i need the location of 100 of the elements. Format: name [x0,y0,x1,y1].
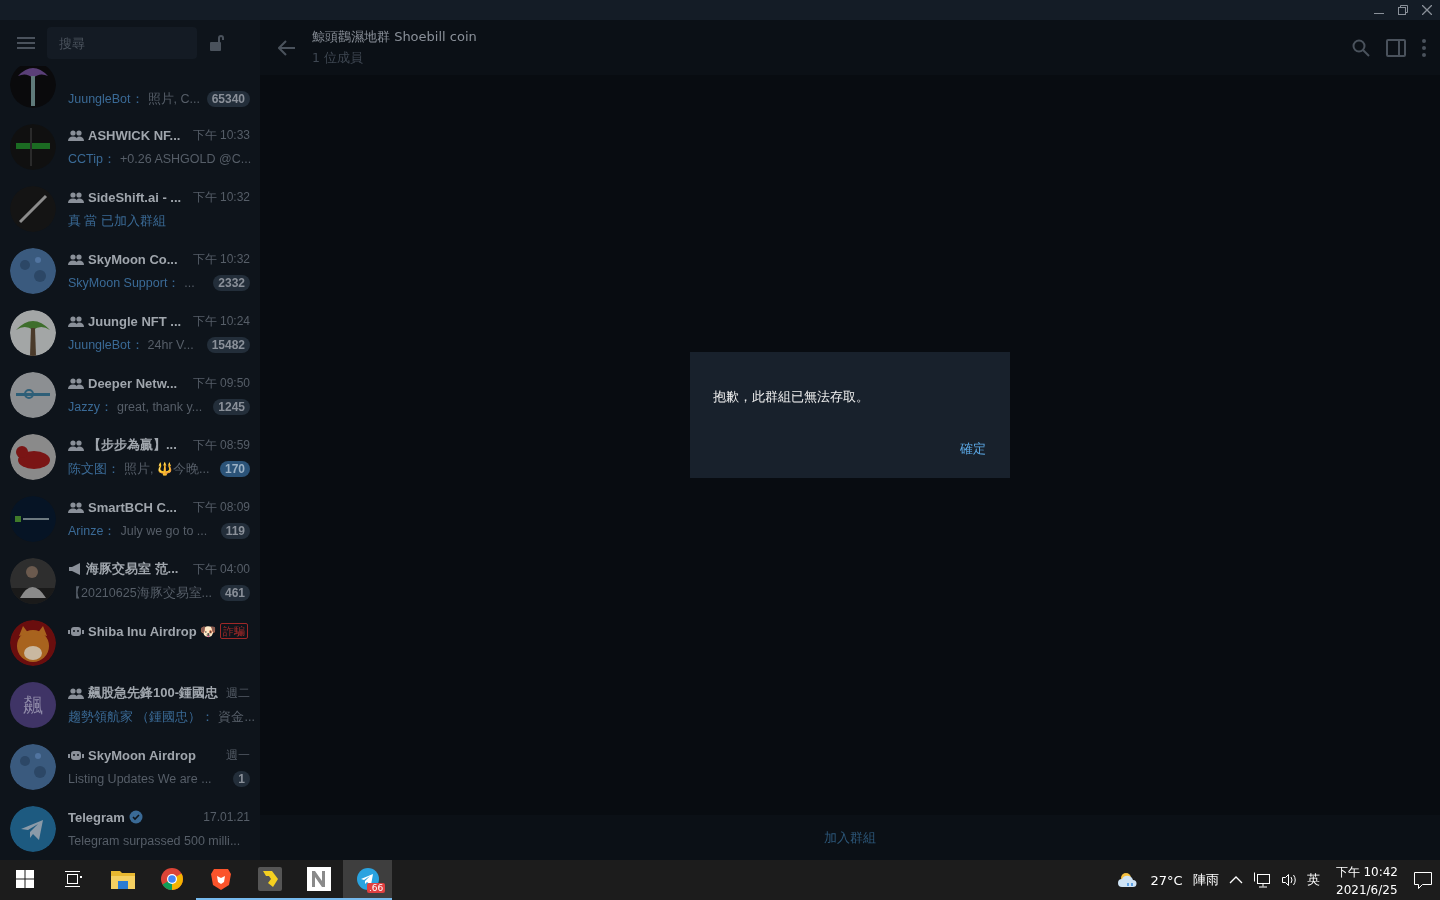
avatar [10,558,56,604]
chat-item[interactable]: 飆 飆股急先鋒100-鍾國忠 週二 趨勢領航家 （鍾國忠）： 資金... [0,674,260,736]
avatar [10,620,56,666]
close-icon[interactable] [1422,5,1432,15]
volume-icon[interactable] [1280,873,1297,887]
taskbar-app[interactable]: .66 [343,860,392,900]
network-icon[interactable] [1252,872,1271,888]
avatar [10,806,56,852]
lion-icon [209,867,232,891]
avatar [10,744,56,790]
unread-badge: 65340 [206,91,250,107]
robot-icon [68,749,84,761]
group-icon [68,501,84,513]
unread-badge: 1245 [213,399,250,415]
unread-badge: 1 [233,771,250,787]
avatar [10,186,56,232]
chat-time: 週一 [226,746,250,764]
group-icon [68,377,84,389]
message-sender: 陈文图： [68,460,120,478]
chat-name: SmartBCH C... [88,499,177,515]
chat-name: Deeper Netw... [88,375,178,391]
chat-time: 下午 08:59 [192,436,250,454]
message-preview: +0.26 ASHGOLD @C... [119,152,252,166]
chat-time: 下午 10:32 [192,188,250,206]
clock[interactable]: 下午 10:42 2021/6/25 [1335,863,1398,897]
chat-name: SkyMoon Airdrop [88,747,196,763]
back-arrow-icon[interactable] [278,39,296,56]
message-sender: Arinze： [68,522,117,540]
chat-time: 下午 09:50 [192,374,250,392]
message-preview: 照片, C... [147,90,200,108]
group-icon [68,687,84,699]
message-preview: Listing Updates We are ... [68,772,212,786]
notification-icon[interactable] [1414,871,1432,889]
chat-name: SideShift.ai - ... [88,189,182,205]
message-sender: 趨勢領航家 （鍾國忠）： [68,708,215,726]
chat-time: 17.01.21 [203,810,250,824]
chat-item[interactable]: SmartBCH C... 下午 08:09 Arinze： July we go to ... 119 [0,488,260,550]
chat-time: 下午 10:32 [192,250,250,268]
weather-text: 陣雨 [1192,871,1219,889]
chat-name: Juungle NFT ... [88,313,182,329]
group-icon [68,439,84,451]
avatar [10,372,56,418]
chat-item[interactable]: Telegram 17.01.21 Telegram surpassed 500 milli... [0,798,260,860]
chrome-icon [159,867,184,891]
message-preview: 照片, 🔱今晚... [124,460,210,478]
clock-date: 2021/6/25 [1336,882,1398,897]
unread-badge: 15482 [206,337,250,353]
sidebar-toggle-icon[interactable] [1386,38,1406,57]
app-icon [257,867,282,891]
input-method[interactable]: 英 [1306,871,1320,889]
message-preview: Telegram surpassed 500 milli... [68,834,241,848]
search-icon[interactable] [1352,38,1370,57]
clock-time: 下午 10:42 [1335,863,1398,881]
message-preview: July we go to ... [120,524,208,538]
dialog-message: 抱歉，此群組已無法存取。 [713,388,870,406]
member-count: 1 位成員 [312,50,364,67]
message-sender: JuungleBot： [68,90,144,108]
chat-time: 下午 08:09 [192,498,250,516]
chat-name: Telegram [68,809,125,825]
avatar [10,66,56,108]
chat-item[interactable]: 海豚交易室 范... 下午 04:00 【20210625海豚交易室... 461 [0,550,260,612]
ok-button[interactable]: 確定 [960,440,986,458]
chat-name: 海豚交易室 范... [86,560,179,578]
message-preview: 資金... [218,708,255,726]
chat-item[interactable]: JuungleBot： 照片, C... 65340 [0,66,260,116]
message-preview: great, thank y... [116,400,203,414]
unread-badge: 2332 [213,275,250,291]
chat-item[interactable]: SkyMoon Airdrop 週一 Listing Updates We are ... 1 [0,736,260,798]
avatar [10,124,56,170]
avatar [10,434,56,480]
more-icon[interactable] [1422,38,1426,57]
chat-item[interactable]: SkyMoon Co... 下午 10:32 SkyMoon Support： ... 2332 [0,240,260,302]
chat-item[interactable]: Deeper Netw... 下午 09:50 Jazzy： great, thank y... 1245 [0,364,260,426]
chat-item[interactable]: Shiba Inu Airdrop 🐶 詐騙 [0,612,260,674]
chat-name: SkyMoon Co... [88,251,178,267]
unread-badge: 461 [219,585,250,601]
group-icon [68,191,84,203]
chat-item[interactable]: 【步步為贏】... 下午 08:59 陈文图： 照片, 🔱今晚... 170 [0,426,260,488]
group-icon [68,253,84,265]
chat-time: 週二 [226,684,250,702]
task-view-icon[interactable] [64,870,83,888]
chat-time: 下午 10:24 [192,312,250,330]
app-icon [306,867,331,891]
chat-time: 下午 10:33 [192,126,250,144]
windows-icon[interactable] [15,870,34,888]
message-sender: 真 當 已加入群組 [68,212,166,230]
avatar [10,248,56,294]
megaphone-icon [68,563,82,575]
chat-name: ASHWICK NF... [88,127,181,143]
chat-item[interactable]: ASHWICK NF... 下午 10:33 CCTip： +0.26 ASHGOLD @C... [0,116,260,178]
group-icon [68,129,84,141]
avatar [10,496,56,542]
unread-badge: 170 [219,461,250,477]
message-preview: 24hr V... [147,338,194,352]
chat-item[interactable]: SideShift.ai - ... 下午 10:32 真 當 已加入群組 [0,178,260,240]
chat-item[interactable]: Juungle NFT ... 下午 10:24 JuungleBot： 24hr V... 15482 [0,302,260,364]
unread-badge: 119 [220,523,250,539]
caret-up-icon[interactable] [1228,876,1243,884]
message-preview: ... [184,276,195,290]
restore-icon[interactable] [1398,5,1408,15]
